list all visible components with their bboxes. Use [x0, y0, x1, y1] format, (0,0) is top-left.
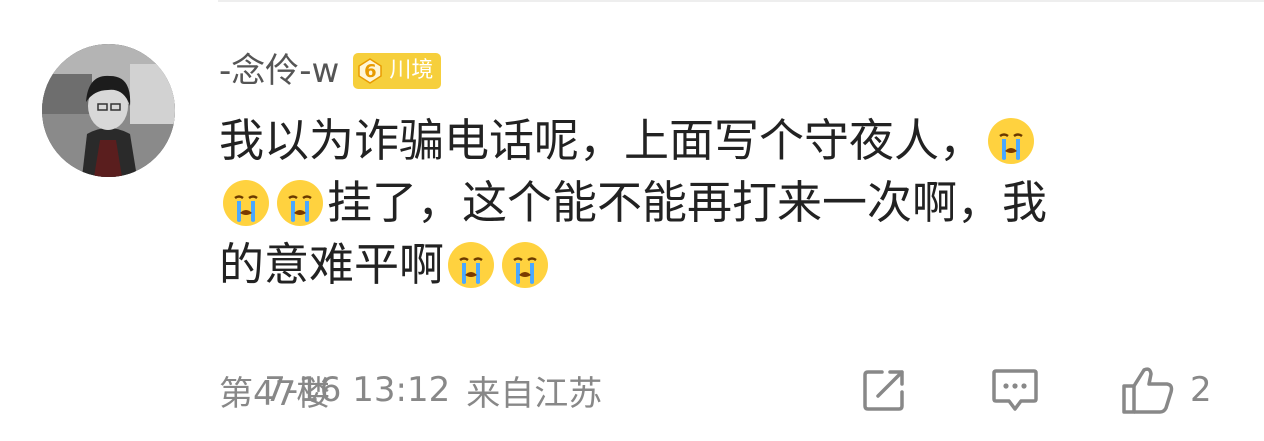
post-datetime: 7-16 13:12 [264, 370, 451, 410]
comment-line-1: 我以为诈骗电话呢，上面写个守夜人， [219, 110, 1209, 172]
comment-text-3: 的意难平啊 [219, 238, 445, 291]
comment-body: 我以为诈骗电话呢，上面写个守夜人， 挂了，这个能不能再打来一次啊，我 的意难平啊 [219, 110, 1209, 296]
post-location: 来自江苏 [466, 373, 603, 414]
comment-text-2: 挂了，这个能不能再打来一次啊，我 [327, 176, 1048, 229]
fan-badge[interactable]: 6 川境 [353, 53, 442, 89]
badge-level: 6 [364, 60, 377, 82]
comment-line-3: 的意难平啊 [219, 234, 1209, 296]
comment-meta: 第47楼 7-16 13:12 来自江苏 [219, 362, 618, 418]
reply-button[interactable] [990, 362, 1040, 418]
thumbs-up-icon [1122, 367, 1174, 414]
comment-line-2: 挂了，这个能不能再打来一次啊，我 [219, 172, 1209, 234]
badge-label: 川境 [389, 58, 434, 83]
comment-header: -念伶-w 6 川境 [219, 46, 442, 96]
like-button[interactable]: 2 [1120, 362, 1212, 418]
crying-face-icon [988, 118, 1035, 164]
crying-face-icon [277, 180, 323, 226]
level-icon: 6 [357, 58, 383, 84]
username[interactable]: -念伶-w [219, 46, 339, 96]
avatar[interactable] [42, 44, 175, 177]
crying-face-icon [448, 242, 495, 288]
comment-icon [992, 369, 1038, 411]
like-count: 2 [1190, 370, 1212, 410]
share-button[interactable] [860, 362, 908, 418]
share-icon [863, 370, 904, 411]
crying-face-icon [502, 242, 549, 288]
crying-face-icon [223, 180, 269, 226]
comment-text-1: 我以为诈骗电话呢，上面写个守夜人， [219, 114, 985, 167]
top-divider [218, 0, 1264, 2]
